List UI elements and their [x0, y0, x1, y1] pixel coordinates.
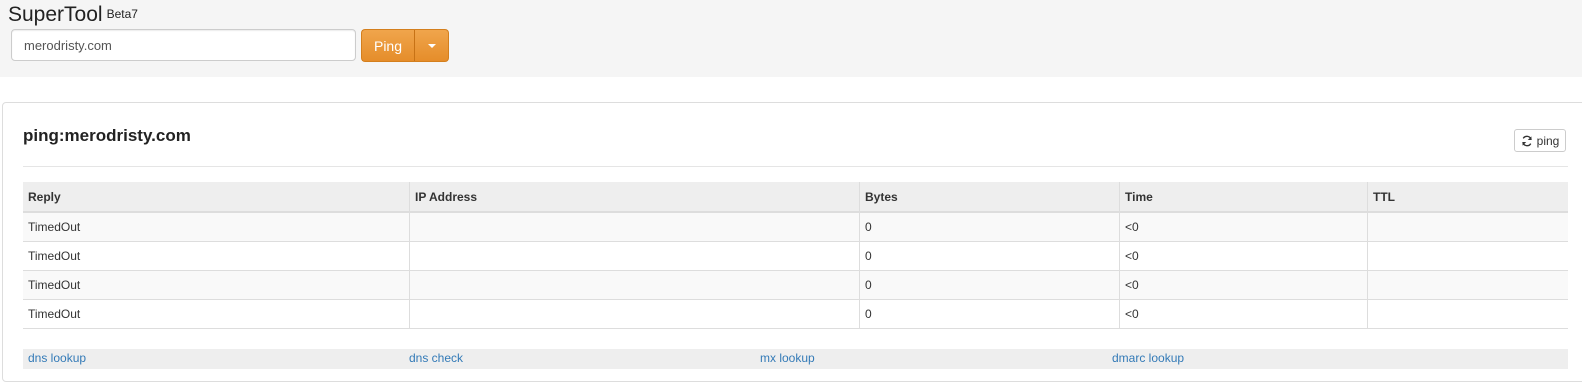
dns-lookup-link[interactable]: dns lookup — [28, 351, 86, 365]
cell-time: <0 — [1119, 212, 1368, 242]
cell-reply: TimedOut — [23, 241, 410, 271]
cell-ttl — [1367, 212, 1568, 242]
cell-ip-address — [409, 241, 860, 271]
search-input[interactable] — [11, 29, 356, 61]
ping-dropdown-toggle[interactable] — [415, 29, 449, 62]
app-brand: SuperTool Beta7 — [8, 2, 138, 28]
column-header-ttl[interactable]: TTL — [1367, 182, 1568, 213]
ping-results-table: Reply IP Address Bytes Time TTL TimedOut… — [23, 182, 1568, 329]
ping-button-group: Ping — [361, 29, 449, 62]
cell-time: <0 — [1119, 299, 1368, 329]
cell-ttl — [1367, 241, 1568, 271]
refresh-icon — [1521, 135, 1532, 146]
table-row: TimedOut 0 <0 — [23, 241, 1568, 271]
cell-reply: TimedOut — [23, 299, 410, 329]
ping-button[interactable]: Ping — [361, 29, 415, 62]
mx-lookup-link[interactable]: mx lookup — [760, 351, 815, 365]
table-row: TimedOut 0 <0 — [23, 212, 1568, 242]
refresh-label: ping — [1536, 133, 1560, 148]
related-links-bar: dns lookup dns check mx lookup dmarc loo… — [23, 349, 1568, 369]
dmarc-lookup-link[interactable]: dmarc lookup — [1112, 351, 1184, 365]
column-header-time[interactable]: Time — [1119, 182, 1368, 213]
table-row: TimedOut 0 <0 — [23, 299, 1568, 329]
refresh-ping-button[interactable]: ping — [1514, 129, 1566, 152]
table-row: TimedOut 0 <0 — [23, 270, 1568, 300]
cell-reply: TimedOut — [23, 270, 410, 300]
dns-check-link[interactable]: dns check — [409, 351, 463, 365]
version-badge: Beta7 — [106, 7, 138, 21]
cell-bytes: 0 — [859, 241, 1120, 271]
cell-ttl — [1367, 270, 1568, 300]
cell-time: <0 — [1119, 241, 1368, 271]
chevron-down-icon — [427, 43, 436, 48]
cell-ip-address — [409, 270, 860, 300]
app-title: SuperTool — [8, 3, 103, 26]
cell-time: <0 — [1119, 270, 1368, 300]
cell-ip-address — [409, 299, 860, 329]
panel-title: ping:merodristy.com — [23, 126, 191, 145]
cell-bytes: 0 — [859, 299, 1120, 329]
cell-ttl — [1367, 299, 1568, 329]
column-header-reply[interactable]: Reply — [23, 182, 410, 213]
cell-ip-address — [409, 212, 860, 242]
cell-reply: TimedOut — [23, 212, 410, 242]
cell-bytes: 0 — [859, 212, 1120, 242]
column-header-ip-address[interactable]: IP Address — [409, 182, 860, 213]
column-header-bytes[interactable]: Bytes — [859, 182, 1120, 213]
title-divider — [23, 166, 1568, 167]
top-bar: SuperToolBeta7 Ping — [0, 0, 1582, 77]
table-header-row: Reply IP Address Bytes Time TTL — [23, 182, 1568, 213]
cell-bytes: 0 — [859, 270, 1120, 300]
